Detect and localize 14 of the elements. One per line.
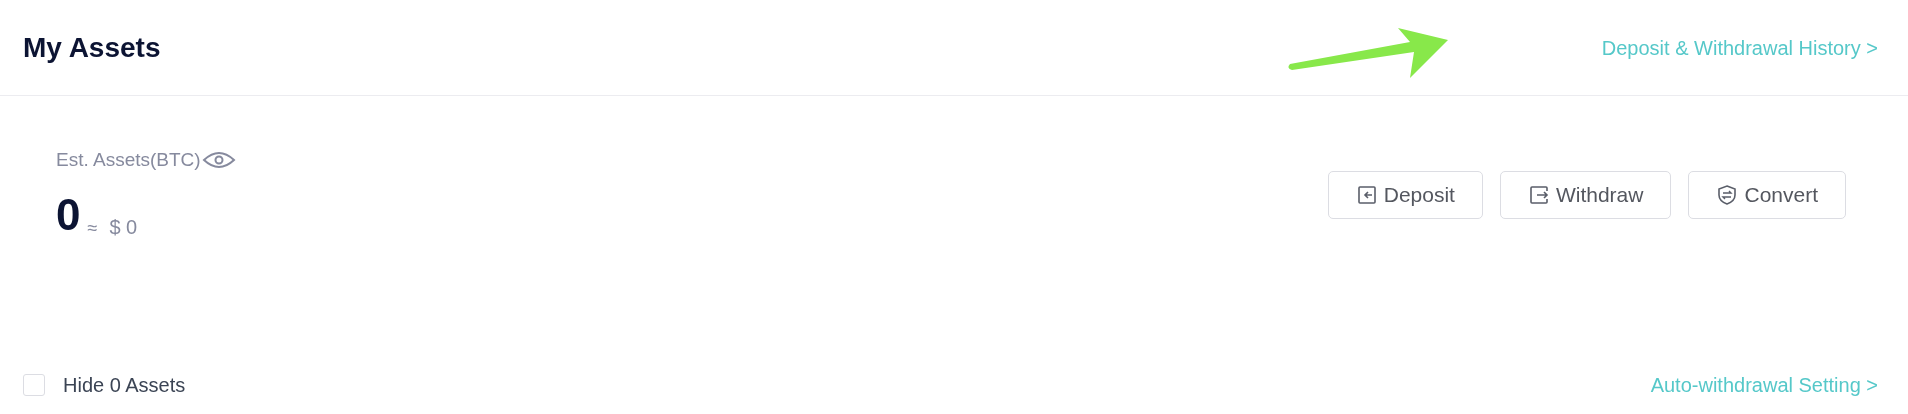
assets-label: Est. Assets(BTC) [56,148,201,172]
approx-sign: ≈ [87,218,98,237]
fiat-amount: $ 0 [109,216,138,237]
withdraw-icon [1527,184,1550,206]
hide-zero-label: Hide 0 Assets [63,373,186,398]
deposit-button[interactable]: Deposit [1327,171,1483,219]
deposit-icon [1355,184,1378,206]
withdraw-button[interactable]: Withdraw [1499,171,1672,219]
page-title: My Assets [23,30,161,65]
convert-button[interactable]: Convert [1688,171,1846,219]
btc-amount: 0 [56,192,81,237]
eye-icon[interactable] [201,150,236,171]
checkbox[interactable] [23,374,45,396]
shield-icon [1716,184,1739,206]
